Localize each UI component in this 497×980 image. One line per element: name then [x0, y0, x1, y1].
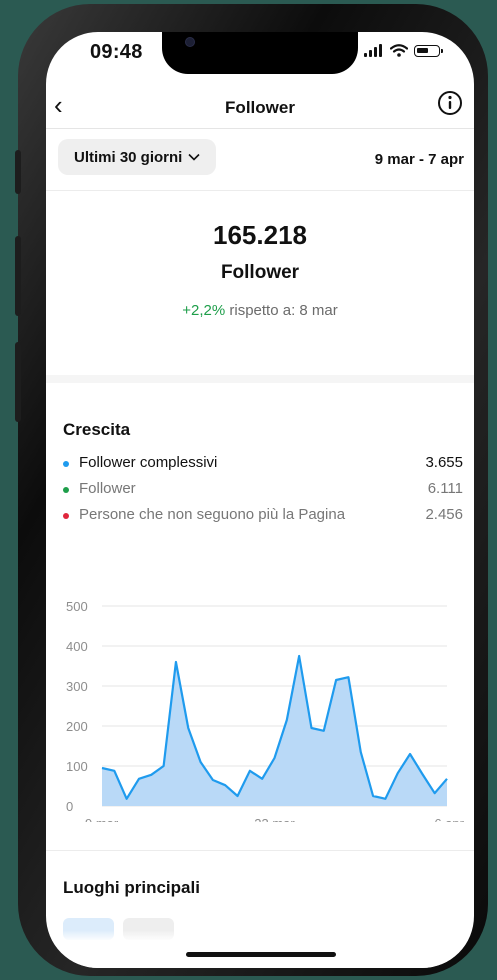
x-tick-label: 23 mar — [254, 816, 295, 822]
legend-value: 2.456 — [425, 506, 463, 523]
battery-icon — [414, 44, 443, 57]
camera-icon — [186, 38, 194, 46]
info-icon[interactable] — [437, 90, 463, 116]
phone-screen: 09:48 ‹ Follower Ultimi 30 giorni 9 mar … — [46, 32, 474, 968]
page-title: Follower — [225, 98, 295, 117]
legend-label: Follower — [79, 480, 136, 497]
y-tick-label: 200 — [66, 719, 88, 734]
side-button-volume-down — [15, 342, 21, 422]
growth-title: Crescita — [63, 420, 131, 439]
legend-value: 6.111 — [427, 480, 463, 497]
period-dropdown[interactable]: Ultimi 30 giorni — [58, 139, 217, 175]
filter-row: Ultimi 30 giorni 9 mar - 7 apr — [46, 136, 474, 182]
divider — [46, 190, 474, 191]
status-time: 09:48 — [90, 41, 143, 63]
area-fill — [102, 656, 447, 806]
section-separator — [46, 375, 474, 383]
follower-total-label: Follower — [220, 262, 300, 283]
legend-row-total: Follower complessivi 3.655 — [63, 454, 463, 474]
status-icons — [364, 44, 443, 57]
nav-bar: ‹ Follower — [46, 84, 474, 129]
chevron-down-icon — [188, 153, 200, 161]
side-button-mute — [15, 150, 21, 194]
y-tick-label: 400 — [66, 639, 88, 654]
dynamic-notch — [162, 32, 358, 74]
y-tick-label: 300 — [66, 679, 88, 694]
x-tick-label: 9 mar — [85, 816, 119, 822]
comparison-text: +2,2% rispetto a: 8 mar — [46, 302, 474, 319]
status-bar: 09:48 — [46, 32, 474, 84]
home-indicator[interactable] — [186, 952, 336, 957]
side-button-volume-up — [15, 236, 21, 316]
signal-icon — [364, 44, 382, 57]
follower-total: 165.218 — [213, 220, 307, 250]
change-percent: +2,2% — [182, 302, 226, 319]
legend-row-follows: Follower 6.111 — [63, 480, 463, 500]
legend-dot-red — [63, 513, 69, 519]
legend-value: 3.655 — [425, 454, 463, 471]
wifi-icon — [390, 44, 408, 57]
y-tick-label: 100 — [66, 759, 88, 774]
x-tick-label: 6 apr — [434, 816, 464, 822]
change-reference: rispetto a: 8 mar — [225, 302, 338, 319]
y-tick-label: 0 — [66, 799, 73, 814]
legend-label: Follower complessivi — [79, 454, 218, 471]
divider — [46, 850, 474, 851]
bottom-fade — [46, 930, 474, 968]
growth-chart: 500 400 300 200 100 0 9 mar 23 mar 6 apr — [66, 599, 465, 822]
legend-label: Persone che non seguono più la Pagina — [79, 506, 346, 523]
date-range: 9 mar - 7 apr — [374, 151, 464, 168]
y-tick-label: 500 — [66, 599, 88, 614]
places-title: Luoghi principali — [63, 878, 200, 897]
legend-dot-blue — [63, 461, 69, 467]
legend-dot-green — [63, 487, 69, 493]
legend-row-unfollows: Persone che non seguono più la Pagina 2.… — [63, 506, 463, 526]
period-label: Ultimi 30 giorni — [74, 148, 183, 166]
